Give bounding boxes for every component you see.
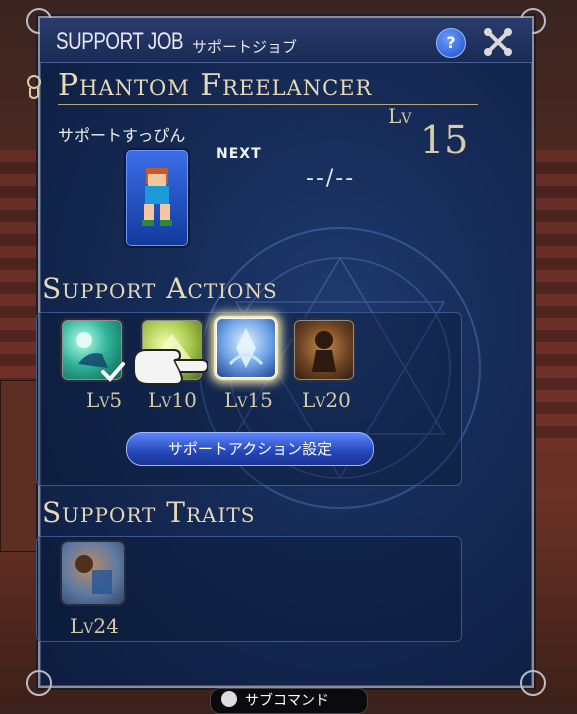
brown-action-icon: [312, 331, 336, 372]
hand-pointer-icon: [133, 349, 208, 385]
action-level-label: Lv20: [302, 388, 351, 412]
support-action-lv15[interactable]: [214, 316, 278, 380]
corner-ornament: [26, 670, 52, 696]
next-label: NEXT: [216, 146, 262, 162]
subcommand-label: サブコマンド: [245, 693, 329, 709]
freelancer-sprite-icon: [142, 168, 172, 226]
checkmark-icon: [101, 362, 125, 382]
title-bar[interactable]: SUPPORT JOB サポートジョブ ?: [40, 18, 532, 63]
button-prompt-icon: [221, 691, 237, 707]
phantom-job-icon: [27, 75, 41, 99]
window-subtitle: サポートジョブ: [192, 38, 298, 56]
window-title: SUPPORT JOB: [56, 28, 184, 55]
action-level-label: Lv10: [148, 388, 197, 412]
job-name-japanese: サポートすっぴん: [58, 126, 186, 145]
action-level-label: Lv5: [86, 388, 123, 412]
action-level-label: Lv15: [224, 388, 273, 412]
level-label: Lv: [388, 104, 412, 128]
support-traits-title: Support Traits: [42, 496, 256, 529]
job-portrait: [124, 148, 190, 248]
corner-ornament: [520, 670, 546, 696]
question-icon[interactable]: ?: [436, 28, 466, 58]
divider: [58, 104, 478, 105]
trait-level-label: Lv24: [70, 614, 119, 638]
support-action-lv20[interactable]: [292, 318, 356, 382]
support-actions-title: Support Actions: [42, 272, 278, 305]
crossed-tools-icon[interactable]: [482, 26, 514, 58]
job-name: Phantom Freelancer: [58, 68, 373, 103]
support-trait-lv24[interactable]: [60, 540, 126, 606]
trait-icon: [75, 555, 112, 594]
experience-value: --/--: [306, 166, 356, 191]
blue-aura-action-icon: [228, 328, 264, 368]
level-value: 15: [420, 118, 469, 162]
subcommand-hint[interactable]: サブコマンド: [210, 688, 368, 714]
support-action-settings-button[interactable]: サポートアクション設定: [126, 432, 374, 466]
